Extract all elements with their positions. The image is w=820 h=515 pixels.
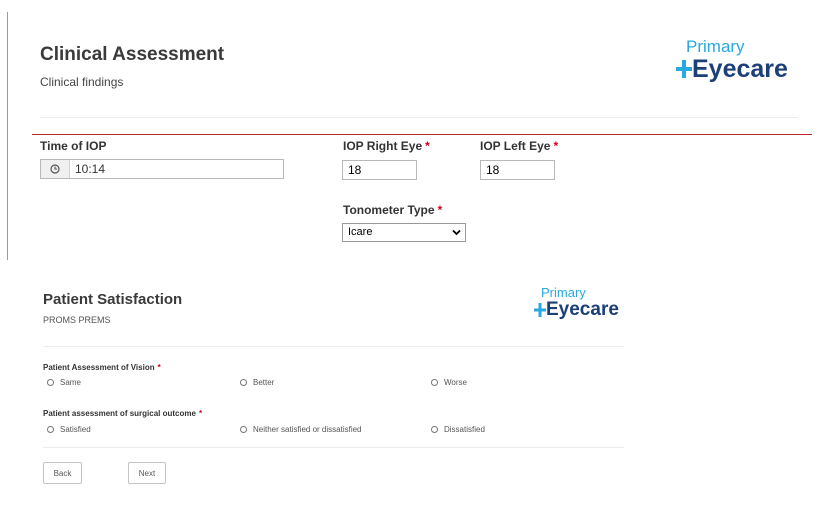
radio-vision-same[interactable]: Same: [47, 378, 81, 387]
vision-question-label: Patient Assessment of Vision *: [43, 363, 161, 372]
time-of-iop-value[interactable]: 10:14: [70, 160, 105, 178]
time-of-iop-field[interactable]: 10:14: [40, 159, 284, 179]
radio-outcome-neither[interactable]: Neither satisfied or dissatisfied: [240, 425, 362, 434]
radio-button[interactable]: [431, 426, 438, 433]
radio-button[interactable]: [431, 379, 438, 386]
logo-line2: Eyecare: [546, 299, 619, 320]
iop-left-eye-input[interactable]: 18: [480, 160, 555, 180]
radio-outcome-dissatisfied[interactable]: Dissatisfied: [431, 425, 485, 434]
section-divider: [40, 117, 798, 118]
radio-button[interactable]: [47, 379, 54, 386]
outcome-question-label: Patient assessment of surgical outcome *: [43, 409, 203, 418]
time-of-iop-label: Time of IOP: [40, 139, 107, 153]
section-divider: [43, 346, 624, 347]
logo-line1: Primary: [541, 285, 586, 300]
required-marker: *: [157, 363, 161, 372]
required-marker: *: [425, 139, 430, 153]
clock-icon[interactable]: [41, 160, 70, 178]
tonometer-selected-value: Icare: [348, 226, 373, 238]
iop-left-eye-label: IOP Left Eye *: [480, 139, 559, 153]
back-button[interactable]: Back: [43, 462, 82, 484]
iop-right-eye-input[interactable]: 18: [342, 160, 417, 180]
satisfaction-subtitle: PROMS PREMS: [43, 315, 111, 325]
page-subtitle: Clinical findings: [40, 75, 124, 89]
logo-line2: Eyecare: [692, 55, 788, 83]
required-marker: *: [553, 139, 559, 153]
plus-cross-icon: [676, 60, 692, 78]
radio-vision-better[interactable]: Better: [240, 378, 274, 387]
section-divider: [43, 447, 624, 448]
satisfaction-title: Patient Satisfaction: [43, 291, 183, 308]
page-title: Clinical Assessment: [40, 44, 225, 65]
chevron-down-icon: [452, 229, 461, 236]
primary-eyecare-logo: Primary Eyecare: [676, 38, 788, 82]
required-marker: *: [198, 409, 203, 418]
radio-vision-worse[interactable]: Worse: [431, 378, 467, 387]
radio-button[interactable]: [240, 426, 247, 433]
radio-button[interactable]: [47, 426, 54, 433]
primary-eyecare-logo: Primary Eyecare: [534, 286, 619, 320]
left-border-line: [7, 12, 8, 260]
radio-button[interactable]: [240, 379, 247, 386]
tonometer-type-select[interactable]: Icare: [342, 223, 466, 242]
next-button[interactable]: Next: [128, 462, 166, 484]
plus-cross-icon: [534, 303, 546, 317]
tonometer-type-label: Tonometer Type *: [343, 203, 443, 217]
radio-outcome-satisfied[interactable]: Satisfied: [47, 425, 91, 434]
accent-divider: [32, 134, 812, 135]
required-marker: *: [437, 203, 443, 217]
iop-right-eye-label: IOP Right Eye *: [343, 139, 430, 153]
logo-line1: Primary: [686, 37, 745, 56]
